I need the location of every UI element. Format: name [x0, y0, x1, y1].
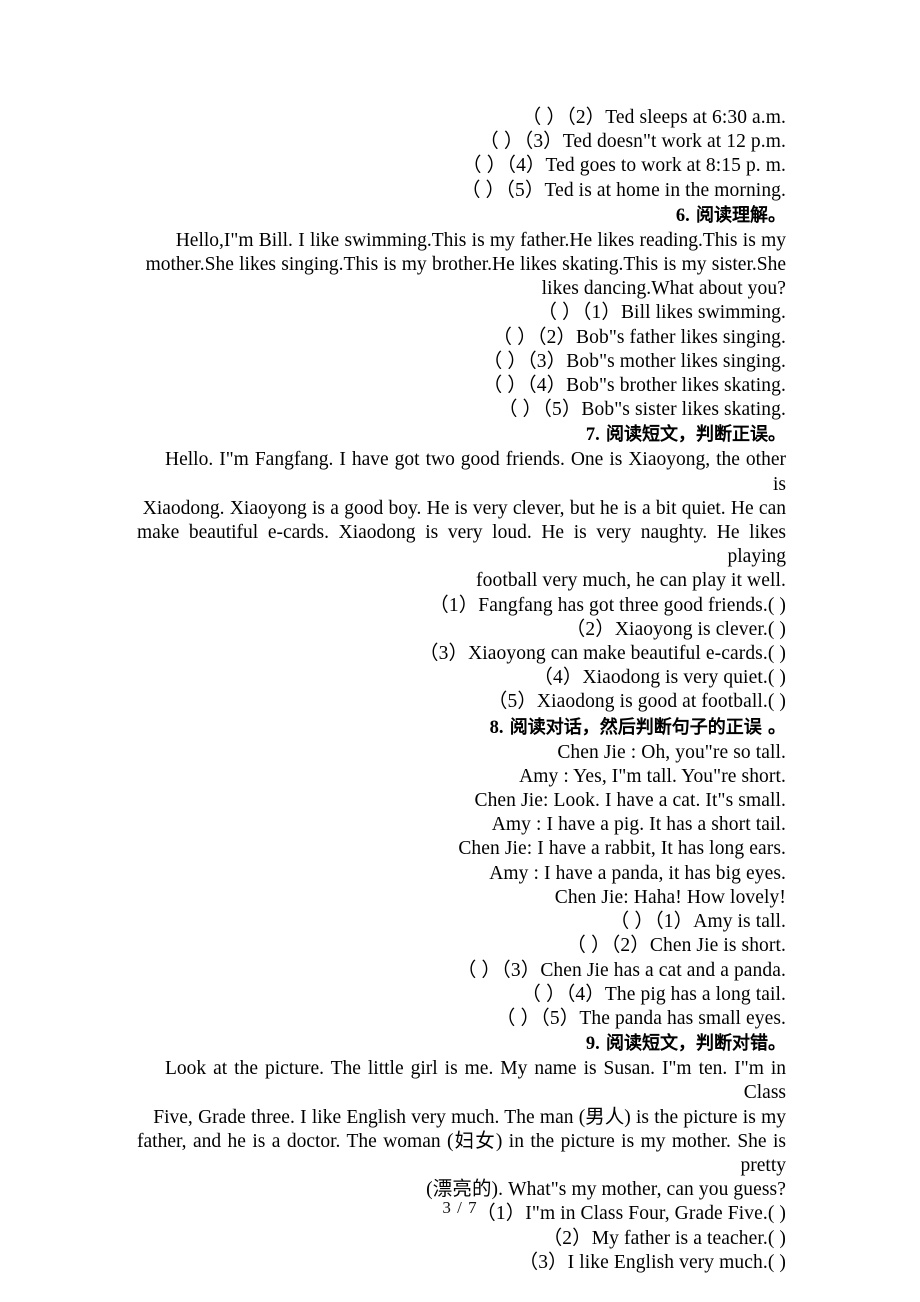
- exercise-7-passage-line: Hello. I"m Fangfang. I have got two good…: [165, 449, 786, 495]
- exercise-8: 8. 阅读对话，然后判断句子的正误 。 Chen Jie : Oh, you"r…: [137, 715, 786, 1031]
- exercise-6-passage-line: likes dancing.What about you?: [541, 278, 786, 300]
- dialogue-line: Amy : Yes, I"m tall. You"re short.: [519, 765, 786, 787]
- exercise-8-title: 阅读对话，然后判断句子的正误 。: [509, 716, 786, 738]
- exercise-6: 6. 阅读理解。 Hello,I"m Bill. I like swimming…: [137, 203, 786, 423]
- exercise-9-number: 9.: [585, 1034, 600, 1055]
- dialogue-line: Chen Jie: Haha! How lovely!: [554, 886, 786, 908]
- exercise-6-passage-line: mother.She likes singing.This is my brot…: [145, 254, 786, 276]
- question-item: （ ）（4）Ted goes to work at 8:15 p. m.: [462, 155, 786, 177]
- exercise-7-passage-line: football very much, he can play it well.: [476, 570, 786, 592]
- question-item: （ ）（3）Bob"s mother likes singing.: [482, 350, 786, 372]
- question-item: （ ）（3）Ted doesn"t work at 12 p.m.: [479, 131, 786, 153]
- exercise-8-number: 8.: [489, 717, 504, 738]
- dialogue-line: Chen Jie: Look. I have a cat. It"s small…: [474, 790, 786, 812]
- dialogue-line: Chen Jie: I have a rabbit, It has long e…: [458, 838, 786, 860]
- question-item: （ ）（4）The pig has a long tail.: [521, 983, 786, 1005]
- dialogue-line: Amy : I have a panda, it has big eyes.: [489, 862, 786, 884]
- question-item: （ ）（2）Ted sleeps at 6:30 a.m.: [521, 107, 786, 128]
- exercise-7-heading: 7. 阅读短文，判断正误。: [137, 422, 786, 448]
- exercise-9-heading: 9. 阅读短文，判断对错。: [137, 1031, 786, 1057]
- question-item: （ ）（2）Chen Jie is short.: [566, 935, 786, 957]
- exercise-9-passage-line: Five, Grade three. I like English very m…: [153, 1106, 786, 1128]
- exercise-6-title: 阅读理解。: [696, 204, 786, 226]
- exercise-9: 9. 阅读短文，判断对错。 Look at the picture. The l…: [137, 1031, 786, 1275]
- question-item: （3）I like English very much.( ): [518, 1251, 786, 1273]
- exercise-9-passage-line: Look at the picture. The little girl is …: [165, 1058, 786, 1104]
- page-number: 3 / 7: [442, 1198, 478, 1217]
- exercise-7-passage-line: Xiaodong. Xiaoyong is a good boy. He is …: [142, 497, 786, 519]
- exercise-6-heading: 6. 阅读理解。: [137, 203, 786, 229]
- exercise-6-number: 6.: [675, 205, 690, 226]
- question-item: （ ）（1）Bill likes swimming.: [537, 302, 786, 324]
- exercise-8-heading: 8. 阅读对话，然后判断句子的正误 。: [137, 715, 786, 741]
- question-item: （ ）（3）Chen Jie has a cat and a panda.: [456, 959, 786, 981]
- question-item: （ ）（5）The panda has small eyes.: [495, 1007, 786, 1029]
- exercise-7-passage-line: make beautiful e-cards. Xiaodong is very…: [137, 522, 786, 568]
- question-item: （4）Xiaodong is very quiet.( ): [533, 667, 786, 689]
- question-item: （ ）（5）Bob"s sister likes skating.: [497, 399, 786, 421]
- question-item: （1）Fangfang has got three good friends.(…: [429, 594, 786, 616]
- question-item: （5）Xiaodong is good at football.( ): [487, 691, 786, 713]
- worksheet-page: （ ）（2）Ted sleeps at 6:30 a.m. （ ）（3）Ted …: [0, 0, 920, 1302]
- dialogue-line: Amy : I have a pig. It has a short tail.: [491, 814, 786, 836]
- question-item: （3）Xiaoyong can make beautiful e-cards.(…: [419, 643, 786, 665]
- question-item: （ ）（4）Bob"s brother likes skating.: [482, 375, 786, 397]
- question-item: （2）Xiaoyong is clever.( ): [565, 618, 786, 640]
- exercise-7: 7. 阅读短文，判断正误。 Hello. I"m Fangfang. I hav…: [137, 422, 786, 714]
- page-content: （ ）（2）Ted sleeps at 6:30 a.m. （ ）（3）Ted …: [137, 106, 786, 1275]
- question-item: （ ）（5）Ted is at home in the morning.: [460, 179, 786, 201]
- question-item: （ ）（1）Amy is tall.: [609, 911, 786, 933]
- exercise-6-passage-line: Hello,I"m Bill. I like swimming.This is …: [175, 229, 786, 251]
- exercise-7-title: 阅读短文，判断正误。: [606, 424, 786, 446]
- question-item: （2）My father is a teacher.( ): [542, 1227, 786, 1249]
- question-item: （ ）（2）Bob"s father likes singing.: [492, 326, 786, 348]
- dialogue-line: Chen Jie : Oh, you"re so tall.: [557, 741, 786, 763]
- exercise-9-title: 阅读短文，判断对错。: [606, 1033, 786, 1055]
- exercise-7-number: 7.: [585, 425, 600, 446]
- exercise-5-items: （ ）（2）Ted sleeps at 6:30 a.m. （ ）（3）Ted …: [137, 106, 786, 203]
- exercise-9-passage-line: father, and he is a doctor. The woman (妇…: [137, 1130, 786, 1176]
